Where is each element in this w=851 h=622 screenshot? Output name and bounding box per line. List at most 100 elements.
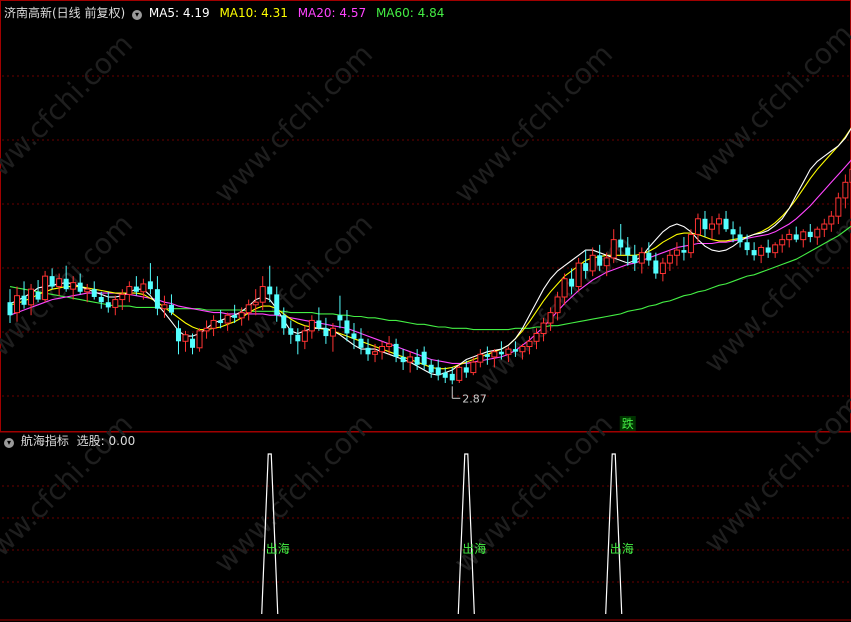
low-price-label: 2.87 — [462, 392, 487, 405]
candle-body-up — [505, 348, 512, 355]
candle-body-up — [547, 312, 554, 324]
candle-body-up — [533, 332, 540, 342]
candle-body-down — [175, 328, 181, 342]
chevron-down-icon[interactable]: ▾ — [132, 10, 143, 20]
watermark-text: www.cfchi.com — [697, 387, 851, 559]
candle-body-down — [463, 367, 469, 373]
candle-body-up — [687, 233, 694, 254]
candle-body-down — [435, 367, 441, 376]
candle-body-up — [694, 218, 701, 235]
ma60-legend: MA60: 4.84 — [375, 6, 445, 20]
candle-body-up — [821, 223, 828, 230]
candle-body-up — [470, 361, 477, 374]
candle-body-up — [252, 301, 259, 306]
candle-body-up — [659, 262, 666, 275]
indicator-name: 航海指标 — [20, 434, 69, 448]
candle-body-down — [316, 320, 322, 329]
candle-body-up — [709, 223, 715, 230]
candle-body-up — [540, 322, 547, 334]
candle-body-up — [835, 197, 842, 217]
candle-body-down — [154, 289, 160, 309]
candle-body-down — [77, 282, 83, 292]
candle-body-up — [491, 351, 498, 358]
candle-body-down — [569, 278, 575, 287]
candle-body-down — [632, 255, 638, 264]
candle-body-down — [98, 296, 104, 303]
candle-body-down — [274, 294, 280, 316]
candle-body-up — [245, 304, 252, 314]
candle-body-up — [842, 181, 849, 199]
candle-body-down — [646, 252, 652, 261]
candle-body-down — [133, 286, 139, 292]
candle-body-down — [428, 364, 434, 373]
candle-body-down — [730, 229, 736, 235]
candle-body-down — [421, 351, 427, 365]
candle-body-down — [218, 320, 224, 324]
candle-body-up — [561, 278, 568, 298]
candle-body-down — [35, 291, 41, 300]
candle-body-down — [702, 218, 708, 230]
candle-body-up — [786, 233, 793, 241]
main-chart-header: 济南高新(日线 前复权) ▾ MA5: 4.19 MA10: 4.31 MA20… — [4, 6, 444, 20]
candle-body-down — [400, 356, 406, 363]
candle-body-up — [308, 319, 315, 332]
candle-body-up — [140, 283, 147, 293]
candle-body-up — [161, 304, 168, 310]
watermark-text: www.cfchi.com — [207, 407, 379, 579]
candle-body-down — [337, 315, 343, 321]
candle-body-up — [238, 312, 245, 319]
candle-body-down — [267, 286, 273, 295]
watermark-text: www.cfchi.com — [447, 37, 619, 209]
candle-body-up — [28, 288, 35, 306]
candle-body-down — [168, 304, 174, 313]
candle-body-up — [56, 278, 63, 288]
candle-body-down — [737, 234, 743, 243]
candle-body-down — [723, 218, 729, 230]
candle-body-down — [597, 255, 603, 266]
candle-body-down — [583, 263, 589, 271]
candle-body-down — [288, 328, 294, 335]
signal-label: 出海 — [610, 541, 634, 556]
candle-body-down — [498, 351, 504, 355]
indicator-value: 选股: 0.00 — [76, 434, 136, 448]
candle-body-down — [105, 302, 111, 308]
candle-body-up — [182, 334, 189, 342]
signal-label: 出海 — [266, 541, 290, 556]
candle-body-up — [666, 254, 673, 264]
candle-body-up — [638, 252, 645, 264]
candle-body-down — [344, 320, 350, 334]
signal-spike — [605, 453, 623, 615]
chevron-down-icon[interactable]: ▾ — [4, 438, 14, 448]
candle-body-down — [190, 338, 196, 348]
candle-body-up — [716, 218, 723, 225]
candle-body-up — [610, 239, 617, 259]
candle-body-down — [625, 247, 631, 256]
candle-body-up — [526, 340, 533, 348]
candle-body-down — [807, 231, 813, 238]
candle-body-down — [765, 247, 771, 253]
candle-body-down — [681, 250, 687, 253]
candle-body-down — [618, 239, 624, 248]
candle-body-down — [512, 349, 518, 352]
candle-body-down — [484, 354, 490, 357]
candle-body-up — [259, 286, 266, 303]
candle-body-down — [281, 315, 287, 329]
candle-body-up — [126, 286, 133, 295]
candle-body-down — [393, 343, 399, 357]
candle-body-up — [589, 254, 596, 272]
ma20-legend: MA20: 4.57 — [297, 6, 367, 20]
candle-body-down — [358, 338, 364, 348]
candle-body-up — [407, 356, 414, 363]
candle-body-up — [477, 353, 484, 363]
candle-body-down — [744, 242, 750, 251]
candle-body-up — [112, 299, 119, 308]
candle-body-up — [673, 249, 680, 256]
candle-body-up — [379, 346, 386, 353]
chart-canvas: www.cfchi.com www.cfchi.com www.cfchi.com w… — [0, 0, 851, 621]
candle-body-up — [329, 327, 336, 337]
candle-body-down — [91, 289, 97, 297]
candle-body-up — [603, 257, 610, 267]
candle-body-up — [224, 314, 231, 324]
candle-body-up — [42, 275, 49, 301]
stock-chart-window: www.cfchi.com www.cfchi.com www.cfchi.com w… — [0, 0, 851, 622]
